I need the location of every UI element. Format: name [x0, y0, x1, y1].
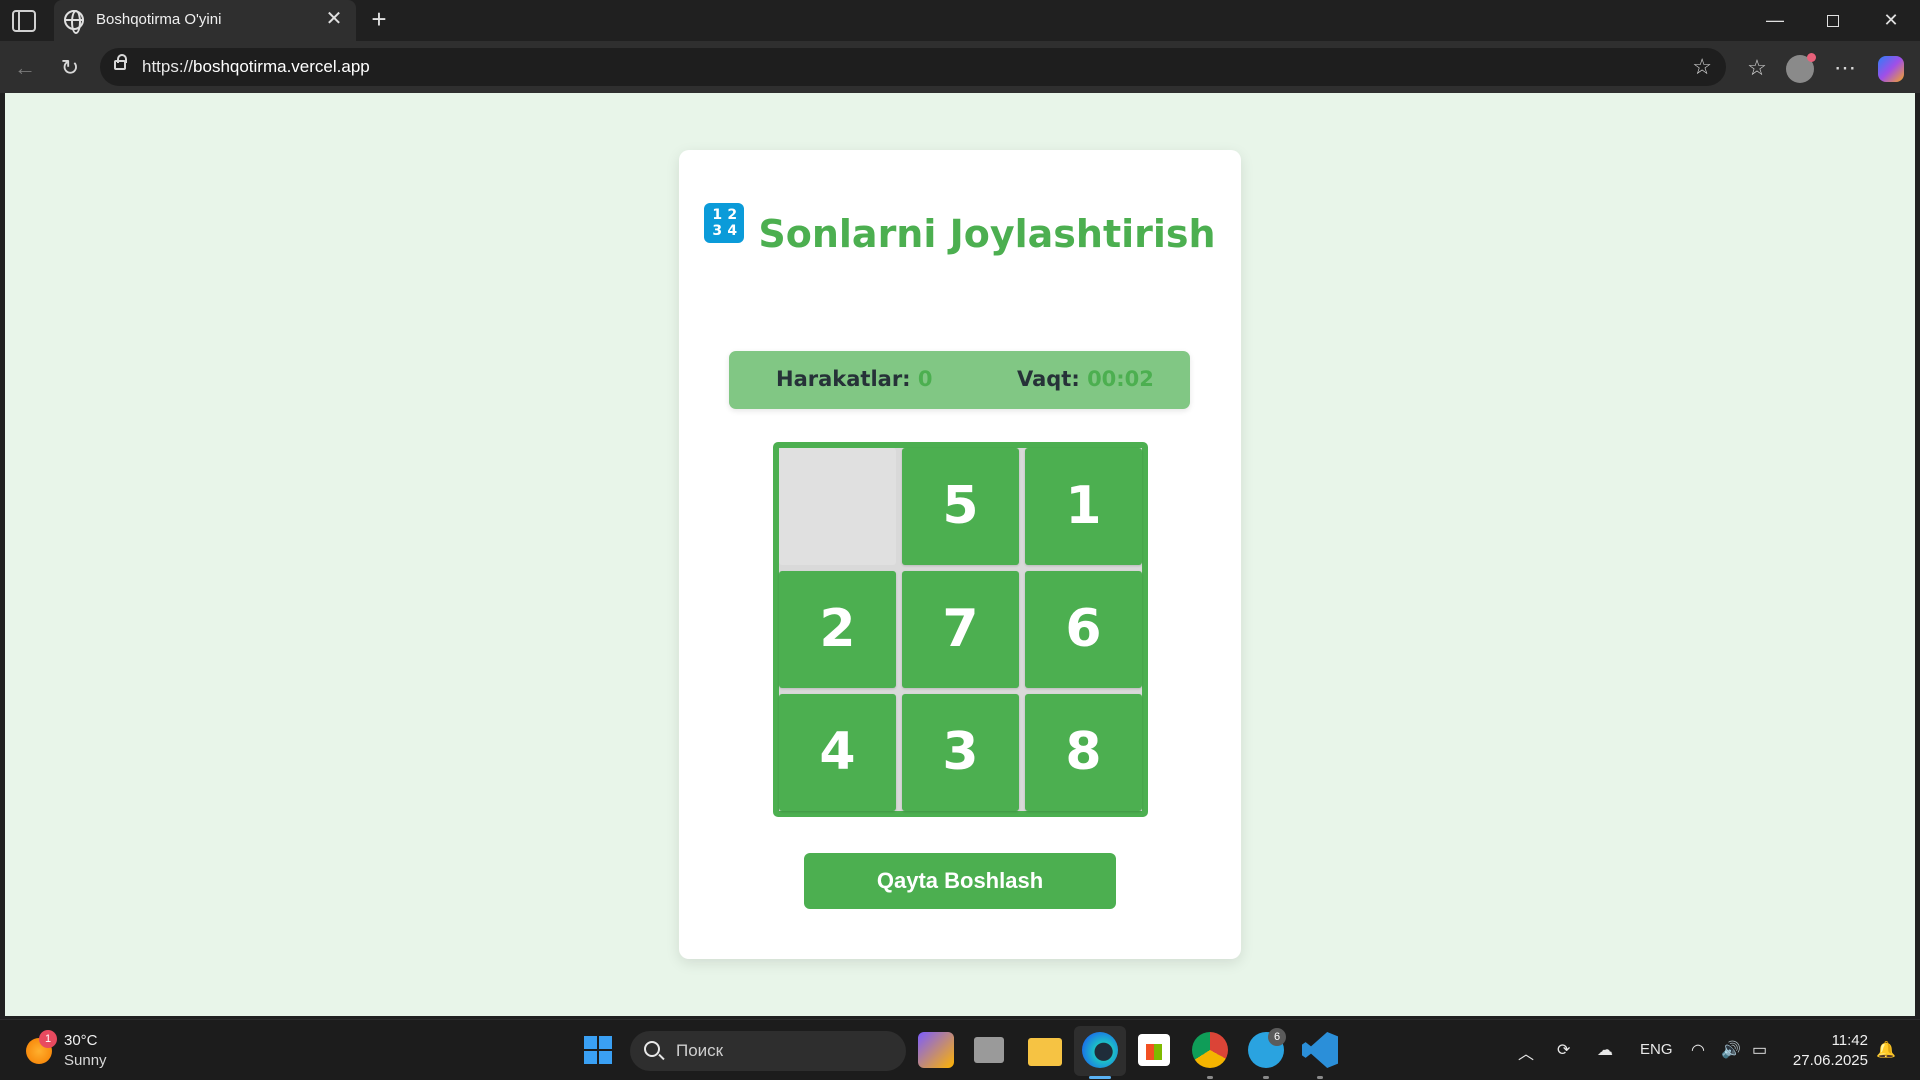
- weather-temp: 30°C: [64, 1032, 98, 1049]
- puzzle-tile[interactable]: 2: [779, 571, 896, 688]
- file-explorer-icon[interactable]: [1028, 1038, 1062, 1066]
- game-card: 1 2 3 4 Sonlarni Joylashtirish Harakatlar: 0…: [679, 150, 1241, 959]
- windows-logo-tile: [599, 1051, 612, 1064]
- browser-toolbar: ← ↻ https://boshqotirma.vercel.app ☆ ☆ ⋯: [0, 41, 1920, 93]
- puzzle-tile[interactable]: 8: [1025, 694, 1142, 811]
- back-arrow-icon[interactable]: ←: [10, 53, 40, 83]
- url-scheme: https://: [142, 57, 194, 76]
- lock-icon[interactable]: [114, 54, 127, 70]
- start-button[interactable]: [584, 1036, 613, 1065]
- empty-tile[interactable]: [779, 448, 896, 565]
- tab-close-button[interactable]: ✕: [322, 7, 346, 31]
- active-indicator: [1089, 1076, 1111, 1079]
- icon-digit: 4: [727, 223, 738, 239]
- microsoft-store-icon[interactable]: [1138, 1034, 1170, 1066]
- chrome-icon[interactable]: [1192, 1032, 1228, 1068]
- telegram-badge: 6: [1268, 1028, 1286, 1046]
- favorites-icon[interactable]: ☆: [1742, 53, 1772, 83]
- board-grid: 5 1 2 7 6 4 3 8: [779, 448, 1142, 811]
- maximize-button[interactable]: [1804, 0, 1862, 41]
- time-label: Vaqt:: [1017, 367, 1080, 391]
- puzzle-tile[interactable]: 4: [779, 694, 896, 811]
- copilot-app-icon[interactable]: [918, 1032, 954, 1068]
- minimize-button[interactable]: —: [1746, 0, 1804, 41]
- icon-digit: 3: [712, 223, 723, 239]
- new-tab-button[interactable]: +: [364, 5, 394, 35]
- windows-logo-tile: [584, 1051, 597, 1064]
- star-icon[interactable]: ☆: [1692, 54, 1712, 80]
- numbers-icon: 1234: [704, 203, 745, 243]
- puzzle-board: 5 1 2 7 6 4 3 8: [773, 442, 1148, 817]
- browser-titlebar: Boshqotirma O'yini ✕ + — ✕: [0, 0, 1920, 41]
- notification-bell-icon[interactable]: 🔔: [1876, 1040, 1896, 1060]
- moves-stat: Harakatlar: 0: [776, 367, 933, 391]
- language-indicator[interactable]: ENG: [1640, 1041, 1673, 1058]
- running-indicator: [1207, 1076, 1213, 1079]
- copilot-logo: [1878, 56, 1904, 83]
- avatar-icon: [1786, 53, 1816, 84]
- title-text: Sonlarni Joylashtirish: [758, 212, 1216, 256]
- page-viewport: 1 2 3 4 Sonlarni Joylashtirish Harakatlar: 0…: [5, 93, 1915, 1016]
- clock-time: 11:42: [1831, 1032, 1868, 1049]
- puzzle-tile[interactable]: 7: [902, 571, 1019, 688]
- tab-title: Boshqotirma O'yini: [96, 11, 222, 28]
- url-text[interactable]: https://boshqotirma.vercel.app: [142, 57, 370, 77]
- windows-logo-tile: [584, 1036, 597, 1049]
- reload-icon[interactable]: ↻: [55, 53, 85, 83]
- close-window-button[interactable]: ✕: [1862, 0, 1920, 41]
- windows-logo-tile: [599, 1036, 612, 1049]
- sync-icon[interactable]: ⟳: [1557, 1040, 1570, 1060]
- task-view-icon[interactable]: [974, 1037, 1004, 1063]
- browser-tab[interactable]: Boshqotirma O'yini ✕: [54, 0, 356, 41]
- address-bar[interactable]: https://boshqotirma.vercel.app ☆: [100, 48, 1726, 86]
- running-indicator: [1263, 1076, 1269, 1079]
- moves-value: 0: [917, 367, 933, 391]
- system-clock[interactable]: 11:42 27.06.2025: [1792, 1031, 1868, 1071]
- weather-badge: 1: [39, 1030, 57, 1048]
- search-icon: [644, 1041, 660, 1057]
- moves-label: Harakatlar:: [776, 367, 911, 391]
- taskbar-search[interactable]: Поиск: [630, 1031, 906, 1071]
- copilot-icon[interactable]: [1876, 53, 1906, 83]
- clock-date: 27.06.2025: [1792, 1052, 1868, 1069]
- taskbar: 1 30°C Sunny Поиск 6 ︿ ⟳ ☁ ENG ◠ 🔊 ▭ 11:…: [0, 1019, 1920, 1080]
- tab-actions-icon[interactable]: [12, 10, 36, 32]
- more-icon[interactable]: ⋯: [1830, 53, 1860, 83]
- search-placeholder: Поиск: [676, 1041, 724, 1060]
- weather-condition: Sunny: [64, 1052, 107, 1069]
- page-title: 1 2 3 4 Sonlarni Joylashtirish: [679, 203, 1241, 265]
- icon-digit: 2: [727, 207, 738, 223]
- time-value: 00:02: [1087, 367, 1154, 391]
- url-host: boshqotirma.vercel.app: [193, 57, 370, 76]
- cloud-offline-icon[interactable]: ☁: [1597, 1040, 1613, 1060]
- puzzle-tile[interactable]: 3: [902, 694, 1019, 811]
- volume-icon[interactable]: 🔊: [1721, 1040, 1741, 1060]
- puzzle-tile[interactable]: 5: [902, 448, 1019, 565]
- running-indicator: [1317, 1076, 1323, 1079]
- vscode-icon[interactable]: [1302, 1032, 1338, 1068]
- battery-icon[interactable]: ▭: [1752, 1040, 1767, 1060]
- restore-icon: [1827, 15, 1839, 28]
- restart-button[interactable]: Qayta Boshlash: [804, 853, 1116, 909]
- puzzle-tile[interactable]: 1: [1025, 448, 1142, 565]
- globe-icon: [64, 10, 84, 34]
- wifi-icon[interactable]: ◠: [1691, 1040, 1705, 1060]
- chevron-up-icon[interactable]: ︿: [1518, 1040, 1534, 1064]
- profile-avatar[interactable]: [1785, 53, 1816, 84]
- stats-bar: Harakatlar: 0 Vaqt: 00:02: [729, 351, 1190, 409]
- icon-digit: 1: [712, 207, 723, 223]
- puzzle-tile[interactable]: 6: [1025, 571, 1142, 688]
- edge-icon[interactable]: [1082, 1032, 1118, 1068]
- time-stat: Vaqt: 00:02: [1017, 367, 1154, 391]
